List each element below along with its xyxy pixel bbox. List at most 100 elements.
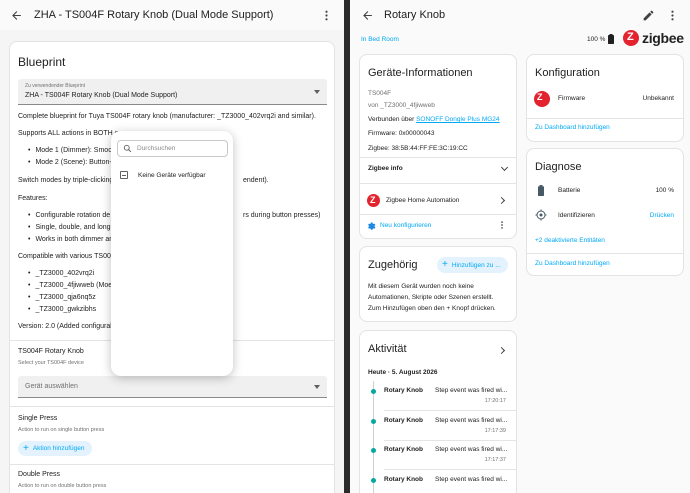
more-vert-icon	[670, 10, 674, 20]
device-info-card: Geräte-Informationen TS004F von _TZ3000_…	[359, 54, 517, 239]
identify-label: Identifizieren	[558, 212, 595, 219]
chevron-right-icon[interactable]	[497, 196, 506, 205]
divider	[360, 183, 516, 184]
right-top-bar: Rotary Knob	[350, 0, 690, 30]
activity-title: Aktivität	[368, 343, 407, 355]
overflow-menu-button[interactable]	[314, 3, 338, 27]
mode-item: Mode 1 (Dimmer): Smoo	[28, 147, 112, 154]
description-line: Complete blueprint for Tuya TS004F rotar…	[18, 113, 316, 120]
reconfigure-button[interactable]: Neu konfigurieren	[380, 222, 431, 229]
blueprint-select-value: ZHA - TS004F Rotary Knob (Dual Mode Supp…	[25, 92, 178, 99]
model-item: _TZ3000_qja6nq5z	[28, 294, 95, 301]
identify-icon	[535, 209, 547, 221]
double-press-title: Double Press	[18, 471, 61, 478]
edit-button[interactable]	[636, 3, 660, 27]
related-text: Automationen, Skripte oder Szenen erstel…	[368, 294, 494, 301]
mode-item: Mode 2 (Scene): Button-	[28, 159, 111, 166]
timeline-line	[373, 381, 374, 493]
activity-message: Step event was fired wi...	[435, 417, 508, 424]
device-search-input[interactable]: Durchsuchen	[117, 140, 228, 157]
activity-entity[interactable]: Rotary Knob	[384, 476, 423, 483]
activity-entity[interactable]: Rotary Knob	[384, 446, 423, 453]
coordinator-link[interactable]: SONOFF Dongle Plus MG24	[416, 116, 499, 123]
battery-value: 100 %	[655, 187, 674, 194]
page-title: ZHA - TS004F Rotary Knob (Dual Mode Supp…	[34, 9, 274, 21]
overflow-menu-button[interactable]	[660, 3, 684, 27]
integration-name[interactable]: Zigbee Home Automation	[386, 197, 459, 204]
version-text: Version: 2.0 (Added configurab	[18, 323, 115, 330]
configuration-card: Konfiguration Firmware Unbekannt Zu Dash…	[526, 54, 684, 142]
dropdown-arrow-icon	[314, 90, 320, 94]
zigbee-wordmark: zigbee	[642, 30, 684, 46]
activity-date: Heute · 5. August 2026	[368, 369, 438, 376]
area-link[interactable]: In Bed Room	[361, 36, 399, 43]
timeline-dot	[371, 389, 376, 394]
diagnostics-card: Diagnose Batterie 100 % Identifizieren D…	[526, 148, 684, 276]
single-press-subtitle: Action to run on single button press	[18, 427, 105, 433]
timeline-dot	[371, 478, 376, 483]
zigbee-logo-icon	[534, 91, 550, 107]
activity-entity[interactable]: Rotary Knob	[384, 387, 423, 394]
add-action-button[interactable]: + Aktion hinzufügen	[18, 441, 92, 456]
add-to-dashboard-link[interactable]: Zu Dashboard hinzufügen	[535, 260, 610, 267]
device-manufacturer: von _TZ3000_4fjiwweb	[368, 102, 435, 109]
battery-percent: 100 %	[587, 35, 606, 43]
disabled-entities-link[interactable]: +2 deaktivierte Entitäten	[535, 237, 605, 244]
activity-message: Step event was fired wi...	[435, 476, 508, 483]
settings-cog-icon	[368, 222, 376, 230]
blueprint-heading: Blueprint	[18, 55, 66, 69]
related-title: Zugehörig	[368, 259, 418, 271]
feature-item: Single, double, and long	[28, 224, 110, 231]
compatible-label: Compatible with various TS004	[18, 253, 115, 260]
ieee-text: Zigbee: 38:5B:44:FF:FE:3C:19:CC	[368, 145, 468, 152]
add-to-dashboard-link[interactable]: Zu Dashboard hinzufügen	[535, 124, 610, 131]
plus-icon: +	[23, 442, 29, 454]
connected-via: Verbunden über SONOFF Dongle Plus MG24	[368, 116, 500, 123]
more-vert-icon[interactable]	[497, 220, 507, 230]
activity-time: 17:17:37	[484, 457, 506, 463]
empty-list-icon	[120, 171, 128, 179]
battery-label[interactable]: Batterie	[558, 187, 580, 194]
device-select-placeholder: Gerät auswählen	[25, 383, 78, 390]
identify-press-button[interactable]: Drücken	[650, 212, 674, 219]
description-line: Supports ALL actions in BOTH o	[18, 130, 119, 137]
blueprint-editor-pane: ZHA - TS004F Rotary Knob (Dual Mode Supp…	[0, 0, 344, 493]
blueprint-select-label: Zu verwendender Blueprint	[25, 83, 86, 89]
divider	[360, 157, 516, 158]
no-devices-text: Keine Geräte verfügbar	[138, 171, 206, 179]
device-model: TS004F	[368, 90, 392, 97]
zigbee-logo-icon	[623, 30, 639, 46]
back-button[interactable]	[355, 3, 379, 27]
description-line-tail: endent).	[243, 177, 269, 184]
battery-indicator: 100 %	[587, 34, 615, 44]
model-item: _TZ3000_402vrq2i	[28, 270, 94, 277]
activity-entity[interactable]: Rotary Knob	[384, 417, 423, 424]
firmware-label: Firmware	[558, 95, 586, 102]
divider	[527, 118, 683, 119]
add-action-label: Aktion hinzufügen	[32, 445, 85, 452]
zigbee-info-toggle[interactable]: Zigbee info	[368, 165, 403, 172]
arrow-left-icon	[11, 10, 21, 20]
add-to-button[interactable]: + Hinzufügen zu ...	[437, 257, 508, 273]
chevron-down-icon[interactable]	[500, 163, 509, 172]
divider	[384, 440, 516, 441]
zigbee-logo: zigbee	[623, 30, 684, 46]
connected-via-label: Verbunden über	[368, 116, 415, 123]
battery-icon	[538, 185, 544, 196]
chevron-right-icon[interactable]	[497, 346, 506, 355]
firmware-text: Firmware: 0x00000043	[368, 130, 435, 137]
back-button[interactable]	[4, 3, 28, 27]
divider	[384, 410, 516, 411]
divider	[384, 469, 516, 470]
single-press-title: Single Press	[18, 415, 58, 422]
device-page-pane: Rotary Knob In Bed Room 100 % zigbee Ger…	[350, 0, 690, 493]
blueprint-select[interactable]: Zu verwendender Blueprint ZHA - TS004F R…	[18, 79, 327, 105]
arrow-left-icon	[362, 10, 372, 20]
model-item: _TZ3000_4fjiwweb (Moe	[28, 282, 112, 289]
more-vert-icon	[324, 10, 328, 20]
activity-time: 17:20:17	[484, 398, 506, 404]
device-select[interactable]: Gerät auswählen	[18, 376, 327, 398]
device-title: Rotary Knob	[384, 9, 446, 21]
related-text: Zum Hinzufügen oben den + Knopf drücken.	[368, 305, 496, 312]
plus-icon: +	[442, 259, 448, 270]
